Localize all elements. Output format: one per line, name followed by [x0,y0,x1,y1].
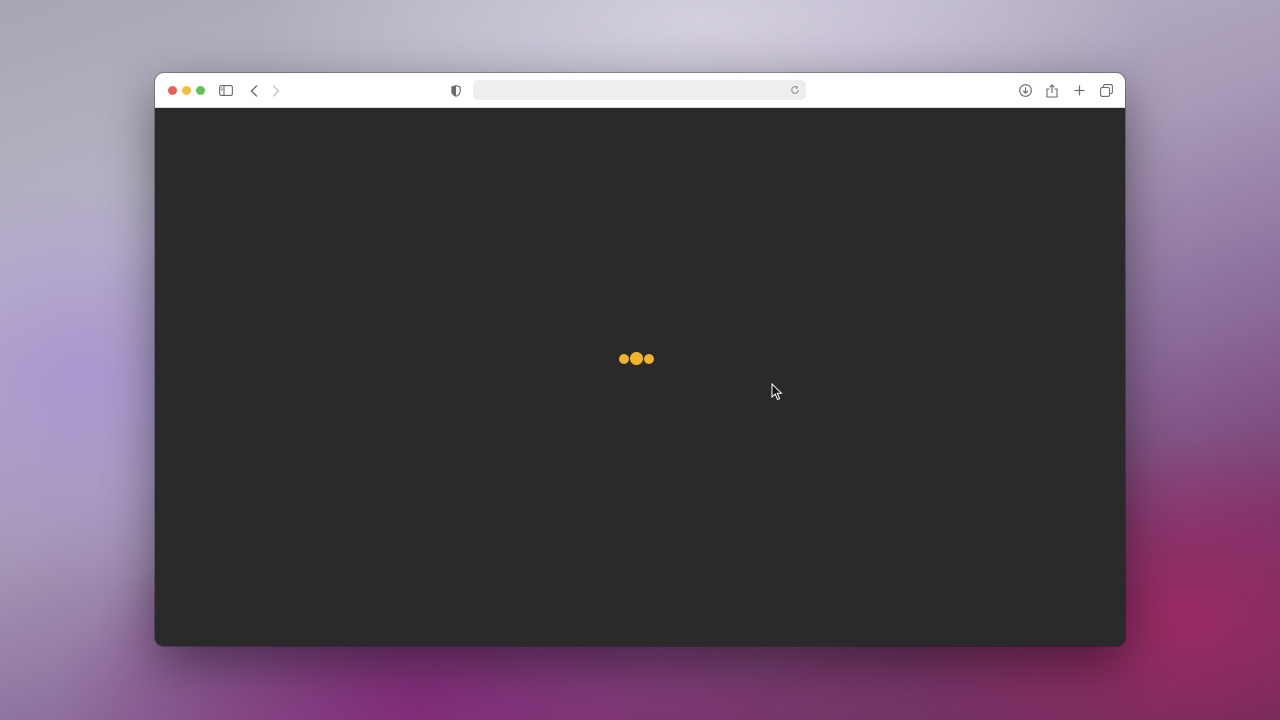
reload-icon [791,85,799,94]
new-tab-button[interactable] [1069,81,1089,100]
browser-window [155,73,1125,646]
close-window-button[interactable] [168,86,177,95]
loading-dot [619,354,629,364]
minimize-window-button[interactable] [182,86,191,95]
tabs-icon [1099,84,1113,97]
chevron-left-icon [250,84,258,97]
downloads-button[interactable] [1015,81,1035,100]
plus-icon [1074,85,1084,96]
loading-indicator [619,352,659,366]
chevron-right-icon [272,84,280,97]
loading-dot [644,354,654,364]
shield-icon [451,84,461,97]
download-icon [1018,84,1032,97]
back-button[interactable] [244,81,264,100]
address-input[interactable] [481,80,785,102]
web-content [155,108,1125,646]
loading-dot [630,352,643,365]
browser-toolbar [155,73,1125,108]
zoom-window-button[interactable] [196,86,205,95]
share-button[interactable] [1042,81,1062,100]
tab-overview-button[interactable] [1096,81,1116,100]
forward-button[interactable] [266,81,286,100]
reload-button[interactable] [786,81,804,99]
address-bar[interactable] [473,80,806,102]
sidebar-icon [219,85,233,96]
sidebar-toggle-button[interactable] [216,81,236,100]
mouse-pointer-icon [771,383,783,401]
share-icon [1046,83,1058,98]
privacy-report-button[interactable] [446,81,466,100]
